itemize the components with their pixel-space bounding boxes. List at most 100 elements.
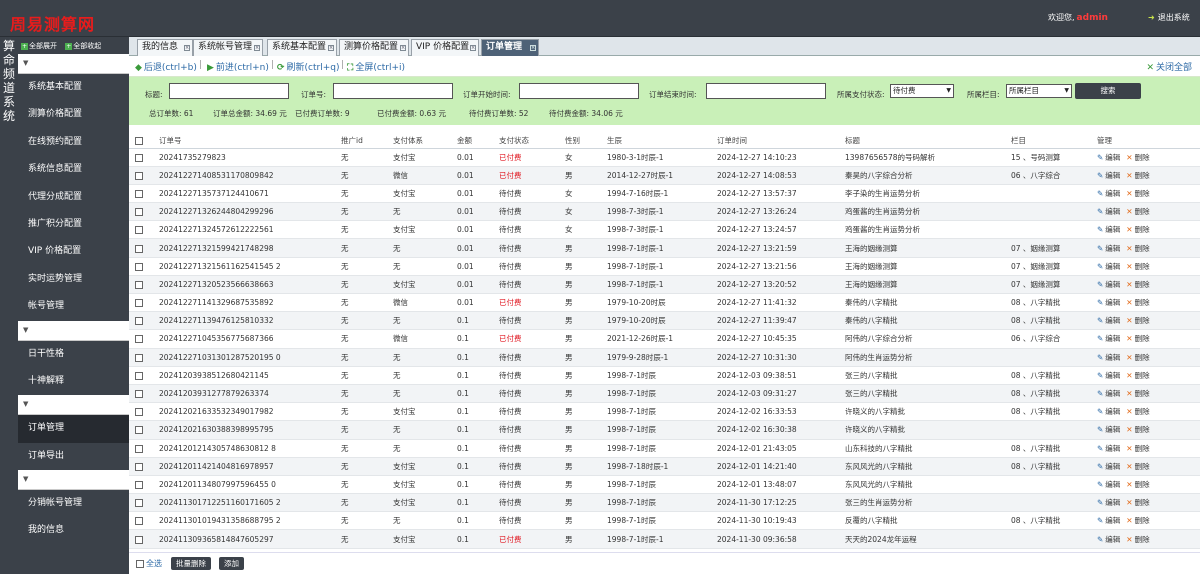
edit-button[interactable]: ✎ 编辑: [1097, 516, 1120, 525]
search-button[interactable]: 搜索: [1075, 83, 1141, 99]
delete-button[interactable]: ✕ 删除: [1126, 334, 1149, 343]
delete-button[interactable]: ✕ 删除: [1126, 262, 1149, 271]
order-input[interactable]: [333, 83, 453, 99]
end-time-input[interactable]: [706, 83, 826, 99]
sidebar-item[interactable]: 订单导出: [18, 443, 129, 470]
close-tab-icon[interactable]: ×: [184, 45, 190, 51]
forward-button[interactable]: ▶ 前进(ctrl+n): [207, 60, 269, 73]
checkbox[interactable]: [135, 136, 143, 145]
sidebar-item[interactable]: 测算价格配置: [18, 101, 129, 128]
edit-button[interactable]: ✎ 编辑: [1097, 334, 1120, 343]
checkbox[interactable]: [135, 499, 143, 508]
delete-button[interactable]: ✕ 删除: [1126, 498, 1149, 507]
edit-button[interactable]: ✎ 编辑: [1097, 280, 1120, 289]
edit-button[interactable]: ✎ 编辑: [1097, 262, 1120, 271]
close-tab-icon[interactable]: ×: [530, 45, 536, 51]
sidebar-item[interactable]: 帐号管理: [18, 293, 129, 320]
fullscreen-button[interactable]: ⛶ 全屏(ctrl+i): [347, 60, 405, 73]
close-tab-icon[interactable]: ×: [470, 45, 476, 51]
delete-button[interactable]: ✕ 删除: [1126, 189, 1149, 198]
close-tab-icon[interactable]: ×: [328, 45, 334, 51]
batch-delete-button[interactable]: 批量删除: [171, 557, 211, 570]
add-button[interactable]: 添加: [219, 557, 244, 570]
checkbox[interactable]: [135, 517, 143, 526]
checkbox[interactable]: [135, 153, 143, 162]
edit-button[interactable]: ✎ 编辑: [1097, 171, 1120, 180]
status-select[interactable]: 待付费 ▼: [890, 84, 954, 98]
sidebar-item[interactable]: 系统信息配置: [18, 156, 129, 183]
checkbox[interactable]: [135, 317, 143, 326]
select-all-checkbox[interactable]: 全选: [136, 558, 162, 569]
delete-button[interactable]: ✕ 删除: [1126, 480, 1149, 489]
delete-button[interactable]: ✕ 删除: [1126, 425, 1149, 434]
sidebar-item[interactable]: VIP 价格配置: [18, 238, 129, 265]
sidebar-group-header[interactable]: ▼: [18, 320, 129, 341]
sidebar-item[interactable]: 订单管理: [18, 415, 129, 443]
checkbox[interactable]: [136, 559, 144, 568]
checkbox[interactable]: [135, 426, 143, 435]
checkbox[interactable]: [135, 299, 143, 308]
delete-button[interactable]: ✕ 删除: [1126, 389, 1149, 398]
delete-button[interactable]: ✕ 删除: [1126, 535, 1149, 544]
sidebar-group-header[interactable]: ▼: [18, 54, 129, 74]
delete-button[interactable]: ✕ 删除: [1126, 244, 1149, 253]
sidebar-item[interactable]: 在线预约配置: [18, 129, 129, 156]
delete-button[interactable]: ✕ 删除: [1126, 298, 1149, 307]
edit-button[interactable]: ✎ 编辑: [1097, 207, 1120, 216]
edit-button[interactable]: ✎ 编辑: [1097, 316, 1120, 325]
checkbox[interactable]: [135, 371, 143, 380]
delete-button[interactable]: ✕ 删除: [1126, 171, 1149, 180]
sidebar-group-header[interactable]: ▼: [18, 470, 129, 491]
tab-5[interactable]: VIP 价格配置 ×: [411, 39, 479, 56]
edit-button[interactable]: ✎ 编辑: [1097, 535, 1120, 544]
delete-button[interactable]: ✕ 删除: [1126, 516, 1149, 525]
edit-button[interactable]: ✎ 编辑: [1097, 371, 1120, 380]
start-time-input[interactable]: [519, 83, 639, 99]
sidebar-group-header[interactable]: ▼: [18, 395, 129, 416]
checkbox[interactable]: [135, 462, 143, 471]
delete-button[interactable]: ✕ 删除: [1126, 444, 1149, 453]
close-all-button[interactable]: ✕ 关闭全部: [1146, 60, 1192, 73]
sidebar-item[interactable]: 系统基本配置: [18, 74, 129, 101]
checkbox[interactable]: [135, 226, 143, 235]
edit-button[interactable]: ✎ 编辑: [1097, 498, 1120, 507]
edit-button[interactable]: ✎ 编辑: [1097, 189, 1120, 198]
tab-3[interactable]: 系统基本配置 ×: [267, 39, 337, 56]
delete-button[interactable]: ✕ 删除: [1126, 353, 1149, 362]
edit-button[interactable]: ✎ 编辑: [1097, 444, 1120, 453]
checkbox[interactable]: [135, 335, 143, 344]
delete-button[interactable]: ✕ 删除: [1126, 316, 1149, 325]
tab-4[interactable]: 测算价格配置 ×: [339, 39, 409, 56]
checkbox[interactable]: [135, 444, 143, 453]
checkbox[interactable]: [135, 390, 143, 399]
title-input[interactable]: [169, 83, 289, 99]
close-tab-icon[interactable]: ×: [254, 45, 260, 51]
edit-button[interactable]: ✎ 编辑: [1097, 225, 1120, 234]
sidebar-item[interactable]: 日干性格: [18, 341, 129, 368]
checkbox[interactable]: [135, 408, 143, 417]
delete-button[interactable]: ✕ 删除: [1126, 153, 1149, 162]
edit-button[interactable]: ✎ 编辑: [1097, 389, 1120, 398]
delete-button[interactable]: ✕ 删除: [1126, 371, 1149, 380]
edit-button[interactable]: ✎ 编辑: [1097, 425, 1120, 434]
sidebar-item[interactable]: 十神解释: [18, 368, 129, 395]
edit-button[interactable]: ✎ 编辑: [1097, 407, 1120, 416]
sidebar-item[interactable]: 我的信息: [18, 517, 129, 544]
sidebar-item[interactable]: 推广积分配置: [18, 211, 129, 238]
refresh-button[interactable]: ⟳ 刷新(ctrl+q): [277, 60, 340, 73]
tab-6[interactable]: 订单管理 ×: [481, 39, 539, 56]
checkbox[interactable]: [135, 244, 143, 253]
tab-1[interactable]: 我的信息 ×: [137, 39, 193, 56]
back-button[interactable]: ◆ 后退(ctrl+b): [135, 60, 197, 73]
delete-button[interactable]: ✕ 删除: [1126, 225, 1149, 234]
checkbox[interactable]: [135, 480, 143, 489]
sidebar-item[interactable]: 代理分成配置: [18, 184, 129, 211]
checkbox[interactable]: [135, 353, 143, 362]
checkbox[interactable]: [135, 171, 143, 180]
delete-button[interactable]: ✕ 删除: [1126, 207, 1149, 216]
expand-all-button[interactable]: 全部展开: [29, 42, 57, 50]
edit-button[interactable]: ✎ 编辑: [1097, 298, 1120, 307]
checkbox[interactable]: [135, 208, 143, 217]
collapse-all-button[interactable]: 全部收起: [73, 42, 101, 50]
delete-button[interactable]: ✕ 删除: [1126, 407, 1149, 416]
